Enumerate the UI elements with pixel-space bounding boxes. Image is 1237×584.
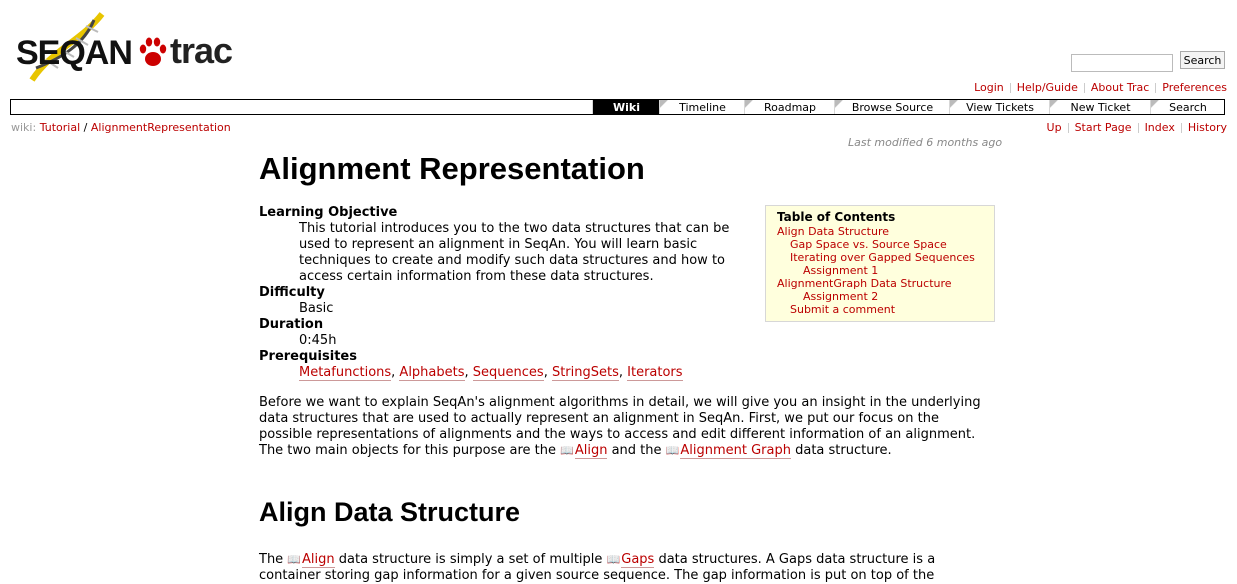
section-heading-align: Align Data Structure bbox=[259, 497, 521, 527]
about-trac-link[interactable]: About Trac bbox=[1091, 81, 1149, 94]
prerequisites-list: Metafunctions, Alphabets, Sequences, Str… bbox=[299, 365, 683, 381]
history-link[interactable]: History bbox=[1188, 121, 1227, 134]
prerequisites-label: Prerequisites bbox=[259, 349, 357, 364]
book-icon: 📖 bbox=[665, 444, 680, 457]
align-doc-link-2[interactable]: Align bbox=[302, 552, 335, 568]
breadcrumb-separator: / bbox=[83, 121, 88, 134]
gaps-doc-link[interactable]: Gaps bbox=[621, 552, 655, 568]
section1-text-2: data structure is simply a set of multip… bbox=[334, 552, 607, 567]
tab-new-ticket[interactable]: New Ticket bbox=[1049, 100, 1151, 114]
tab-wiki[interactable]: Wiki bbox=[592, 100, 660, 114]
search-input[interactable] bbox=[1071, 53, 1173, 72]
prereq-sequences-link[interactable]: Sequences bbox=[472, 365, 544, 381]
book-icon: 📖 bbox=[606, 553, 621, 566]
preferences-link[interactable]: Preferences bbox=[1162, 81, 1227, 94]
difficulty-value: Basic bbox=[299, 301, 334, 316]
up-link[interactable]: Up bbox=[1047, 121, 1062, 134]
toc-item-assignment-1[interactable]: Assignment 1 bbox=[803, 264, 878, 277]
book-icon: 📖 bbox=[287, 553, 302, 566]
duration-value: 0:45h bbox=[299, 333, 337, 348]
toc-item-iterating[interactable]: Iterating over Gapped Sequences bbox=[790, 251, 975, 264]
objective-label: Learning Objective bbox=[259, 205, 398, 220]
intro-text-2: and the bbox=[607, 443, 666, 458]
prereq-metafunctions-link[interactable]: Metafunctions bbox=[299, 365, 392, 381]
logo-seqan-text: SEQAN bbox=[16, 34, 133, 72]
page-title: Alignment Representation bbox=[259, 151, 645, 186]
table-of-contents: Table of Contents Align Data Structure G… bbox=[765, 205, 995, 322]
toc-item-submit-comment[interactable]: Submit a comment bbox=[790, 303, 895, 316]
prereq-stringsets-link[interactable]: StringSets bbox=[551, 365, 619, 381]
index-link[interactable]: Index bbox=[1145, 121, 1175, 134]
breadcrumb-prefix: wiki: bbox=[11, 121, 37, 134]
breadcrumb-current-link[interactable]: AlignmentRepresentation bbox=[91, 121, 231, 134]
section1-text-1: The bbox=[259, 552, 288, 567]
toc-item-assignment-2[interactable]: Assignment 2 bbox=[803, 290, 878, 303]
toc-item-align-data-structure[interactable]: Align Data Structure bbox=[777, 225, 889, 238]
context-navigation: Up Start Page Index History bbox=[1047, 121, 1227, 134]
search-button[interactable]: Search bbox=[1180, 51, 1225, 69]
toc-item-alignmentgraph[interactable]: AlignmentGraph Data Structure bbox=[777, 277, 952, 290]
difficulty-label: Difficulty bbox=[259, 285, 325, 300]
book-icon: 📖 bbox=[560, 444, 574, 457]
toc-item-gap-space[interactable]: Gap Space vs. Source Space bbox=[790, 238, 947, 251]
prereq-alphabets-link[interactable]: Alphabets bbox=[399, 365, 465, 381]
logo-trac-text: trac bbox=[170, 30, 233, 71]
toc-heading: Table of Contents bbox=[777, 210, 896, 224]
intro-paragraph: Before we want to explain SeqAn's alignm… bbox=[259, 395, 995, 459]
paw-icon bbox=[139, 37, 167, 66]
tab-view-tickets[interactable]: View Tickets bbox=[949, 100, 1050, 114]
meta-navigation: Login Help/Guide About Trac Preferences bbox=[974, 81, 1227, 94]
login-link[interactable]: Login bbox=[974, 81, 1004, 94]
tutorial-metadata: Learning Objective This tutorial introdu… bbox=[259, 205, 749, 381]
prereq-iterators-link[interactable]: Iterators bbox=[627, 365, 683, 381]
search-form: Search bbox=[1071, 51, 1225, 72]
tab-timeline[interactable]: Timeline bbox=[659, 100, 745, 114]
help-guide-link[interactable]: Help/Guide bbox=[1017, 81, 1078, 94]
last-modified-text[interactable]: Last modified 6 months ago bbox=[848, 136, 1002, 149]
duration-label: Duration bbox=[259, 317, 324, 332]
intro-text-3: data structure. bbox=[790, 443, 892, 458]
breadcrumb: wiki: Tutorial / AlignmentRepresentation bbox=[11, 121, 231, 134]
seqan-trac-logo[interactable]: SEQAN trac bbox=[14, 10, 233, 82]
tab-search[interactable]: Search bbox=[1150, 100, 1225, 114]
objective-text: This tutorial introduces you to the two … bbox=[299, 221, 730, 284]
alignment-graph-doc-link[interactable]: Alignment Graph bbox=[680, 443, 791, 459]
section1-paragraph: The 📖Align data structure is simply a se… bbox=[259, 552, 995, 584]
tab-browse-source[interactable]: Browse Source bbox=[834, 100, 950, 114]
breadcrumb-tutorial-link[interactable]: Tutorial bbox=[40, 121, 80, 134]
main-navigation: Wiki Timeline Roadmap Browse Source View… bbox=[10, 99, 1225, 115]
tab-roadmap[interactable]: Roadmap bbox=[744, 100, 835, 114]
align-doc-link[interactable]: Align bbox=[574, 443, 608, 459]
start-page-link[interactable]: Start Page bbox=[1075, 121, 1132, 134]
